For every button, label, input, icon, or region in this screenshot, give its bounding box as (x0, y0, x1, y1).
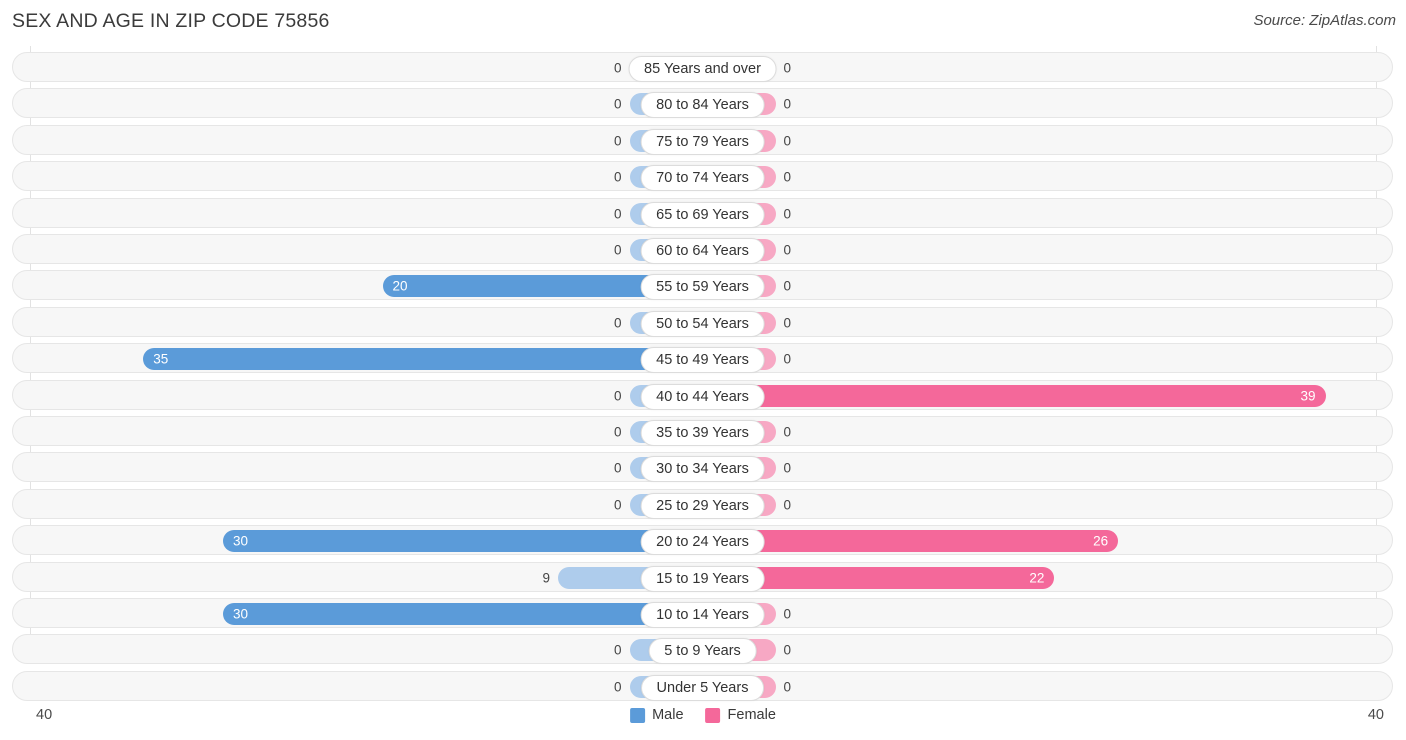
male-value-label: 0 (613, 387, 622, 403)
legend-swatch-female-icon (705, 707, 721, 723)
female-value-label: 39 (1300, 387, 1316, 403)
legend-label-female: Female (727, 707, 776, 723)
age-group-label: 60 to 64 Years (640, 238, 765, 264)
table-row: 0 39 40 to 44 Years (12, 379, 1393, 410)
page-title: SEX AND AGE IN ZIP CODE 75856 (12, 10, 330, 32)
male-value-label: 0 (613, 460, 622, 476)
age-group-label: 85 Years and over (628, 56, 777, 82)
table-row: 9 22 15 to 19 Years (12, 561, 1393, 592)
age-group-label: 50 to 54 Years (640, 310, 765, 337)
male-value-label: 0 (613, 60, 622, 76)
male-value-label: 20 (392, 278, 408, 294)
male-value-label: 9 (542, 569, 550, 585)
table-row: 0 0 25 to 29 Years (12, 488, 1393, 519)
male-value-label: 0 (613, 205, 622, 221)
age-group-label: 65 to 69 Years (640, 201, 765, 228)
source-attribution: Source: ZipAtlas.com (1253, 12, 1396, 29)
female-bar[interactable]: 39 (703, 384, 1326, 407)
female-value-label: 0 (783, 606, 792, 622)
table-row: 35 0 45 to 49 Years (12, 343, 1393, 374)
female-value-label: 0 (783, 679, 792, 695)
age-group-label: 45 to 49 Years (640, 347, 765, 374)
female-value-label: 0 (783, 242, 792, 258)
age-group-label: 35 to 39 Years (640, 420, 765, 446)
male-value-label: 0 (613, 315, 622, 331)
table-row: 20 0 55 to 59 Years (12, 270, 1393, 301)
male-value-label: 0 (613, 679, 622, 695)
age-group-label: 30 to 34 Years (640, 456, 765, 483)
male-value-label: 0 (613, 96, 622, 112)
age-group-label: 70 to 74 Years (640, 165, 765, 192)
legend-item-male[interactable]: Male (630, 707, 684, 723)
male-value-label: 0 (613, 169, 622, 185)
table-row: 0 0 35 to 39 Years (12, 416, 1393, 446)
male-bar[interactable]: 30 (223, 530, 702, 553)
table-row: 0 0 70 to 74 Years (12, 161, 1393, 192)
male-value-label: 0 (613, 497, 622, 513)
pyramid-plot-area: 0 0 85 Years and over 0 0 80 to 84 Years 0 0 75 … (0, 46, 1406, 701)
age-group-label: 55 to 59 Years (640, 274, 765, 301)
female-bar[interactable]: 26 (703, 530, 1119, 553)
female-value-label: 0 (783, 351, 792, 367)
table-row: 0 0 85 Years and over (12, 52, 1393, 82)
age-group-label: 5 to 9 Years (648, 638, 757, 665)
female-value-label: 0 (783, 133, 792, 149)
male-value-label: 30 (233, 606, 249, 622)
female-value-label: 0 (783, 60, 792, 76)
table-row: 0 0 75 to 79 Years (12, 124, 1393, 155)
age-group-label: 80 to 84 Years (640, 92, 765, 119)
table-row: 0 0 65 to 69 Years (12, 197, 1393, 228)
female-value-label: 0 (783, 460, 792, 476)
age-group-label: 15 to 19 Years (640, 565, 765, 592)
female-value-label: 0 (783, 169, 792, 185)
chart-header: SEX AND AGE IN ZIP CODE 75856 Source: Zi… (0, 0, 1406, 46)
male-bar[interactable]: 35 (143, 348, 702, 371)
female-value-label: 0 (783, 642, 792, 658)
legend-swatch-male-icon (630, 707, 646, 723)
age-group-label: 75 to 79 Years (640, 128, 765, 155)
female-value-label: 0 (783, 315, 792, 331)
male-value-label: 35 (153, 351, 169, 367)
table-row: 0 0 50 to 54 Years (12, 306, 1393, 337)
table-row: 0 0 30 to 34 Years (12, 452, 1393, 483)
table-row: 0 0 60 to 64 Years (12, 234, 1393, 264)
chart-legend: Male Female (630, 707, 776, 723)
male-value-label: 30 (233, 533, 249, 549)
age-group-label: 25 to 29 Years (640, 492, 765, 519)
age-group-label: Under 5 Years (640, 674, 765, 701)
female-value-label: 22 (1029, 569, 1045, 585)
age-group-label: 40 to 44 Years (640, 383, 765, 410)
female-value-label: 0 (783, 278, 792, 294)
axis-max-right: 40 (1367, 707, 1384, 723)
table-row: 30 0 10 to 14 Years (12, 598, 1393, 628)
table-row: 30 26 20 to 24 Years (12, 525, 1393, 556)
table-row: 0 0 5 to 9 Years (12, 634, 1393, 665)
legend-label-male: Male (652, 707, 684, 723)
axis-max-left: 40 (36, 707, 53, 723)
age-group-label: 20 to 24 Years (640, 529, 765, 556)
male-value-label: 0 (613, 133, 622, 149)
legend-item-female[interactable]: Female (705, 707, 776, 723)
female-value-label: 0 (783, 96, 792, 112)
female-value-label: 0 (783, 497, 792, 513)
table-row: 0 0 80 to 84 Years (12, 88, 1393, 119)
chart-footer: 40 Male Female 40 (0, 701, 1406, 740)
female-value-label: 0 (783, 424, 792, 440)
table-row: 0 0 Under 5 Years (12, 670, 1393, 701)
male-bar[interactable]: 30 (223, 603, 702, 625)
age-group-label: 10 to 14 Years (640, 602, 765, 628)
female-value-label: 26 (1093, 533, 1109, 549)
female-value-label: 0 (783, 205, 792, 221)
male-value-label: 0 (613, 642, 622, 658)
male-value-label: 0 (613, 242, 622, 258)
male-value-label: 0 (613, 424, 622, 440)
